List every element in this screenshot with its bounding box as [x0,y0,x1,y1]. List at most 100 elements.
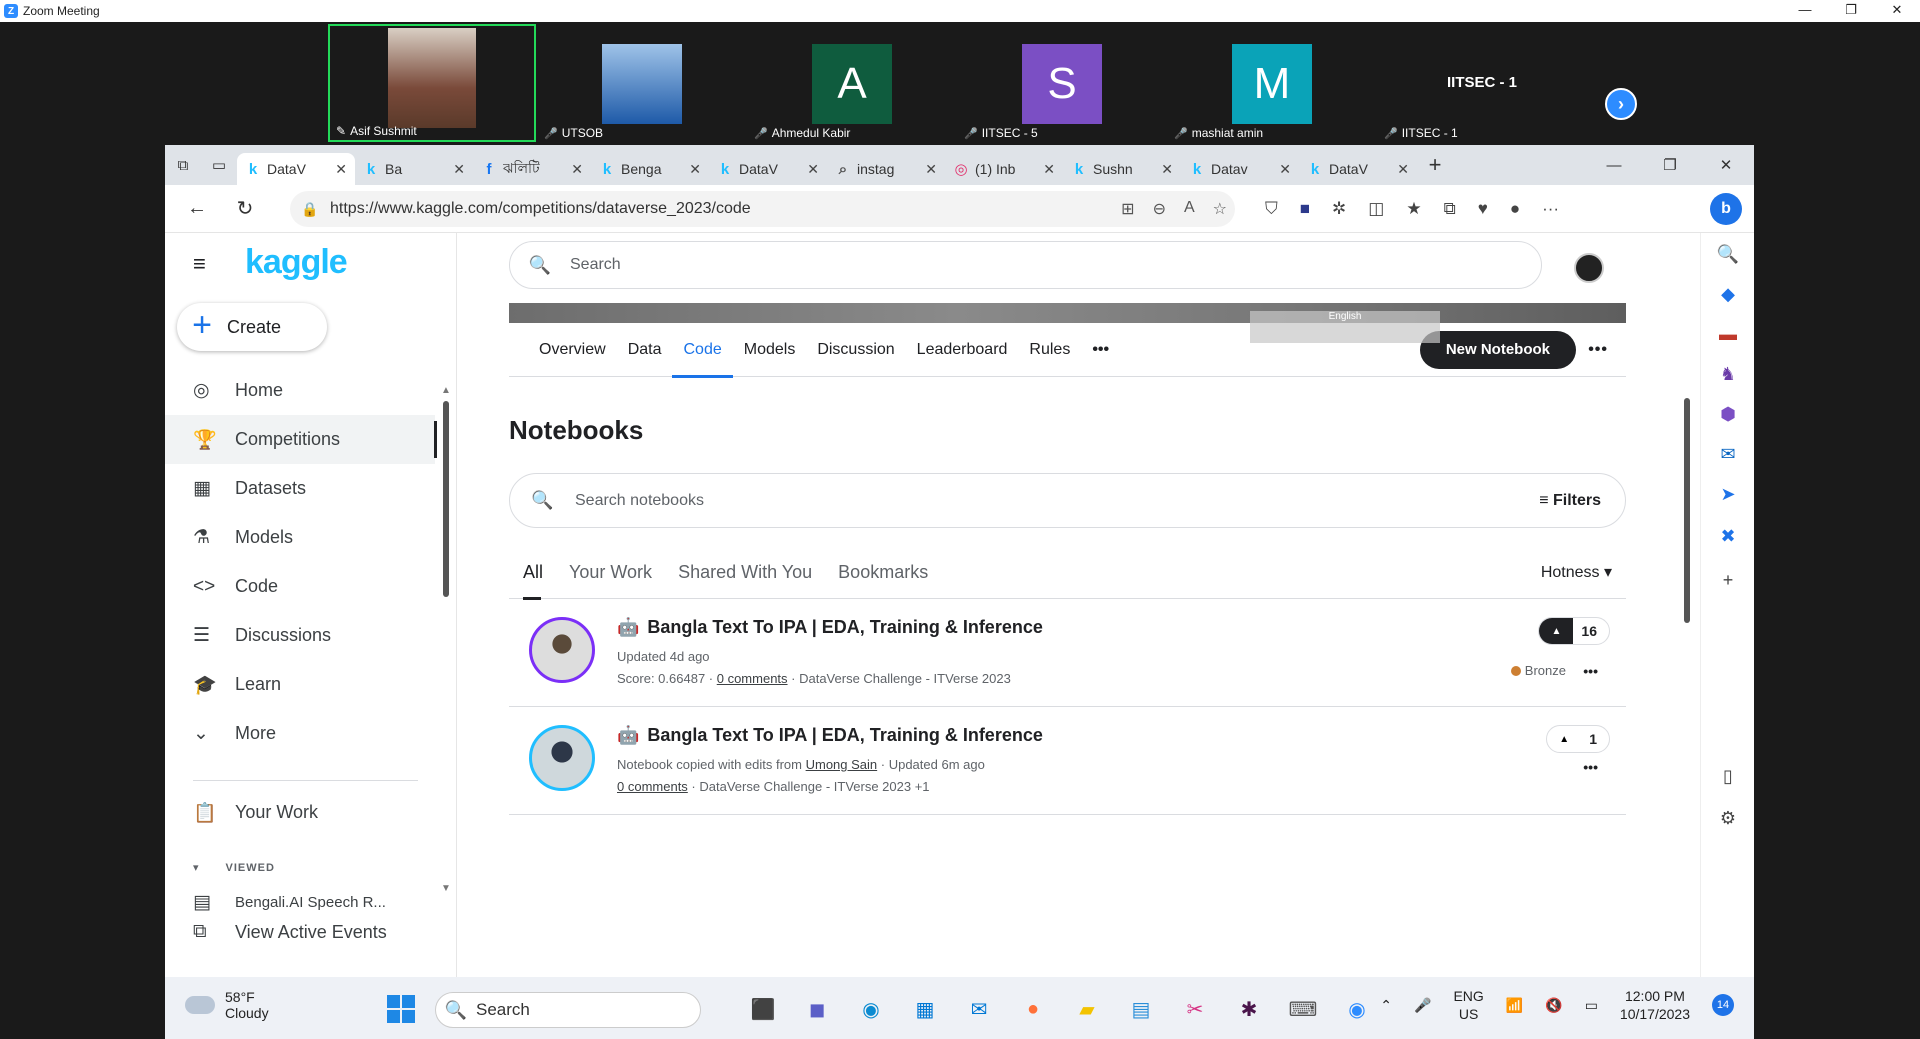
browser-tab[interactable]: ◎ (1) Inb ✕ [945,153,1063,185]
apps-icon[interactable]: ⊞ [1121,199,1134,219]
microphone-icon[interactable]: 🎤 [1414,997,1431,1014]
outlook-icon[interactable]: ✉ [1717,443,1739,465]
close-tab-icon[interactable]: ✕ [689,161,701,178]
page-scrollbar[interactable] [1684,398,1690,623]
file-explorer-icon[interactable]: ▰ [1069,991,1105,1027]
filters-button[interactable]: ≡ Filters [1539,492,1601,510]
author-avatar[interactable] [529,725,595,791]
sort-dropdown[interactable]: Hotness ▾ [1541,562,1612,582]
firefox-icon[interactable]: ● [1015,991,1051,1027]
browser-tab[interactable]: ⌕ instag ✕ [827,153,945,185]
filter-tab-your-work[interactable]: Your Work [556,545,665,599]
copilot-icon[interactable]: b [1710,193,1742,225]
office-icon[interactable]: ⬢ [1717,403,1739,425]
taskbar-search[interactable]: 🔍 Search [435,992,701,1028]
search-notebooks-input[interactable]: 🔍 Search notebooks ≡ Filters [509,473,1626,528]
tab-data[interactable]: Data [617,323,673,377]
extension-b-icon[interactable]: ■ [1300,199,1310,219]
vote-button[interactable]: ▲ 1 [1546,725,1610,753]
minimize-icon[interactable]: — [1782,0,1828,22]
comments-link[interactable]: 0 comments [717,671,788,686]
site-search[interactable]: 🔍 Search [509,241,1542,289]
notepad-icon[interactable]: ▤ [1123,991,1159,1027]
sidebar-item-models[interactable]: ⚗ Models [165,513,435,562]
games-icon[interactable]: ♞ [1717,363,1739,385]
sidebar-item-learn[interactable]: 🎓 Learn [165,660,435,709]
performance-icon[interactable]: ♥ [1478,199,1488,219]
create-button[interactable]: + Create [177,303,327,351]
clock[interactable]: 12:00 PM 10/17/2023 [1620,987,1690,1023]
more-options-icon[interactable]: ••• [1588,341,1608,359]
favorites-icon[interactable]: ★ [1406,199,1421,219]
chevron-up-icon[interactable]: ⌃ [1380,997,1392,1014]
browser-tab[interactable]: k DataV ✕ [237,153,355,185]
browser-tab[interactable]: k Sushn ✕ [1063,153,1181,185]
filter-tab-bookmarks[interactable]: Bookmarks [825,545,941,599]
tab-overview[interactable]: Overview [509,323,617,377]
store-icon[interactable]: ▦ [907,991,943,1027]
row-more-icon[interactable]: ••• [1583,663,1598,679]
browser-tab[interactable]: k DataV ✕ [1299,153,1417,185]
notification-badge[interactable]: 14 [1712,994,1734,1016]
zoom-app-icon[interactable]: ◉ [1339,991,1375,1027]
close-tab-icon[interactable]: ✕ [1161,161,1173,178]
refresh-icon[interactable]: ↻ [221,185,269,233]
close-tab-icon[interactable]: ✕ [1043,161,1055,178]
browser-tab[interactable]: f ঝলিটি ✕ [473,153,591,185]
participant-tile[interactable]: S 🎤 IITSEC - 5 [958,24,1166,142]
shield-icon[interactable]: ⛉ [1265,199,1278,219]
tag-icon[interactable]: ◆ [1717,283,1739,305]
sidebar-item-code[interactable]: <> Code [165,562,435,611]
split-screen-icon[interactable]: ◫ [1368,199,1384,219]
participant-tile[interactable]: M 🎤 mashiat amin [1168,24,1376,142]
scroll-up-icon[interactable]: ▲ [441,385,451,396]
back-icon[interactable]: ← [173,185,221,233]
tab-leaderboard[interactable]: Leaderboard [906,323,1019,377]
sidebar-item-your-work[interactable]: 📋 Your Work [165,788,435,837]
sidebar-item-discussions[interactable]: ☰ Discussions [165,611,435,660]
author-avatar[interactable] [529,617,595,683]
browser-tab[interactable]: k Ba ✕ [355,153,473,185]
browser-tab[interactable]: k DataV ✕ [709,153,827,185]
edge-icon[interactable]: ◉ [853,991,889,1027]
more-menu-icon[interactable]: ··· [1542,199,1559,219]
collections-icon[interactable]: ⧉ [1444,199,1456,219]
settings-gear-icon[interactable]: ⚙ [1717,807,1739,829]
scroll-down-icon[interactable]: ▼ [441,883,451,894]
restore-icon[interactable]: ❐ [1642,145,1698,185]
notebook-title[interactable]: Bangla Text To IPA | EDA, Training & Inf… [647,617,1042,638]
new-tab-icon[interactable]: + [1417,152,1453,178]
slack-icon[interactable]: ✱ [1231,991,1267,1027]
upvote-icon[interactable]: ▲ [1547,726,1581,752]
snipping-tool-icon[interactable]: ✂ [1177,991,1213,1027]
url-field[interactable]: 🔒 https://www.kaggle.com/competitions/da… [290,191,1235,227]
next-page-icon[interactable]: › [1605,88,1637,120]
close-tab-icon[interactable]: ✕ [807,161,819,178]
filter-tab-all[interactable]: All [509,545,556,600]
read-aloud-icon[interactable]: A [1184,199,1195,219]
tab-rules[interactable]: Rules [1018,323,1081,377]
add-icon[interactable]: + [1717,569,1739,591]
view-active-events[interactable]: ⧉ View Active Events [165,913,435,951]
participant-tile[interactable]: ✎ Asif Sushmit [328,24,536,142]
close-tab-icon[interactable]: ✕ [1397,161,1409,178]
participant-tile[interactable]: IITSEC - 1 🎤 IITSEC - 1 [1378,24,1586,142]
viewed-section[interactable]: ▾ VIEWED [193,861,275,875]
kaggle-logo[interactable]: kaggle [245,243,348,282]
drop-icon[interactable]: ✖ [1717,525,1739,547]
notebook-row[interactable]: 🤖 Bangla Text To IPA | EDA, Training & In… [509,599,1626,707]
participant-tile[interactable]: A 🎤 Ahmedul Kabir [748,24,956,142]
extensions-icon[interactable]: ✲ [1332,199,1346,219]
close-tab-icon[interactable]: ✕ [453,161,465,178]
tab-code[interactable]: Code [672,323,733,378]
restore-icon[interactable]: ❐ [1828,0,1874,22]
windows-start-icon[interactable] [387,995,415,1023]
language-popup[interactable]: English [1250,311,1440,343]
close-tab-icon[interactable]: ✕ [1279,161,1291,178]
new-notebook-button[interactable]: New Notebook [1419,331,1576,369]
tab-models[interactable]: Models [733,323,807,377]
zoom-out-icon[interactable]: ⊖ [1153,199,1166,219]
mail-icon[interactable]: ✉ [961,991,997,1027]
close-tab-icon[interactable]: ✕ [335,161,347,178]
close-tab-icon[interactable]: ✕ [925,161,937,178]
